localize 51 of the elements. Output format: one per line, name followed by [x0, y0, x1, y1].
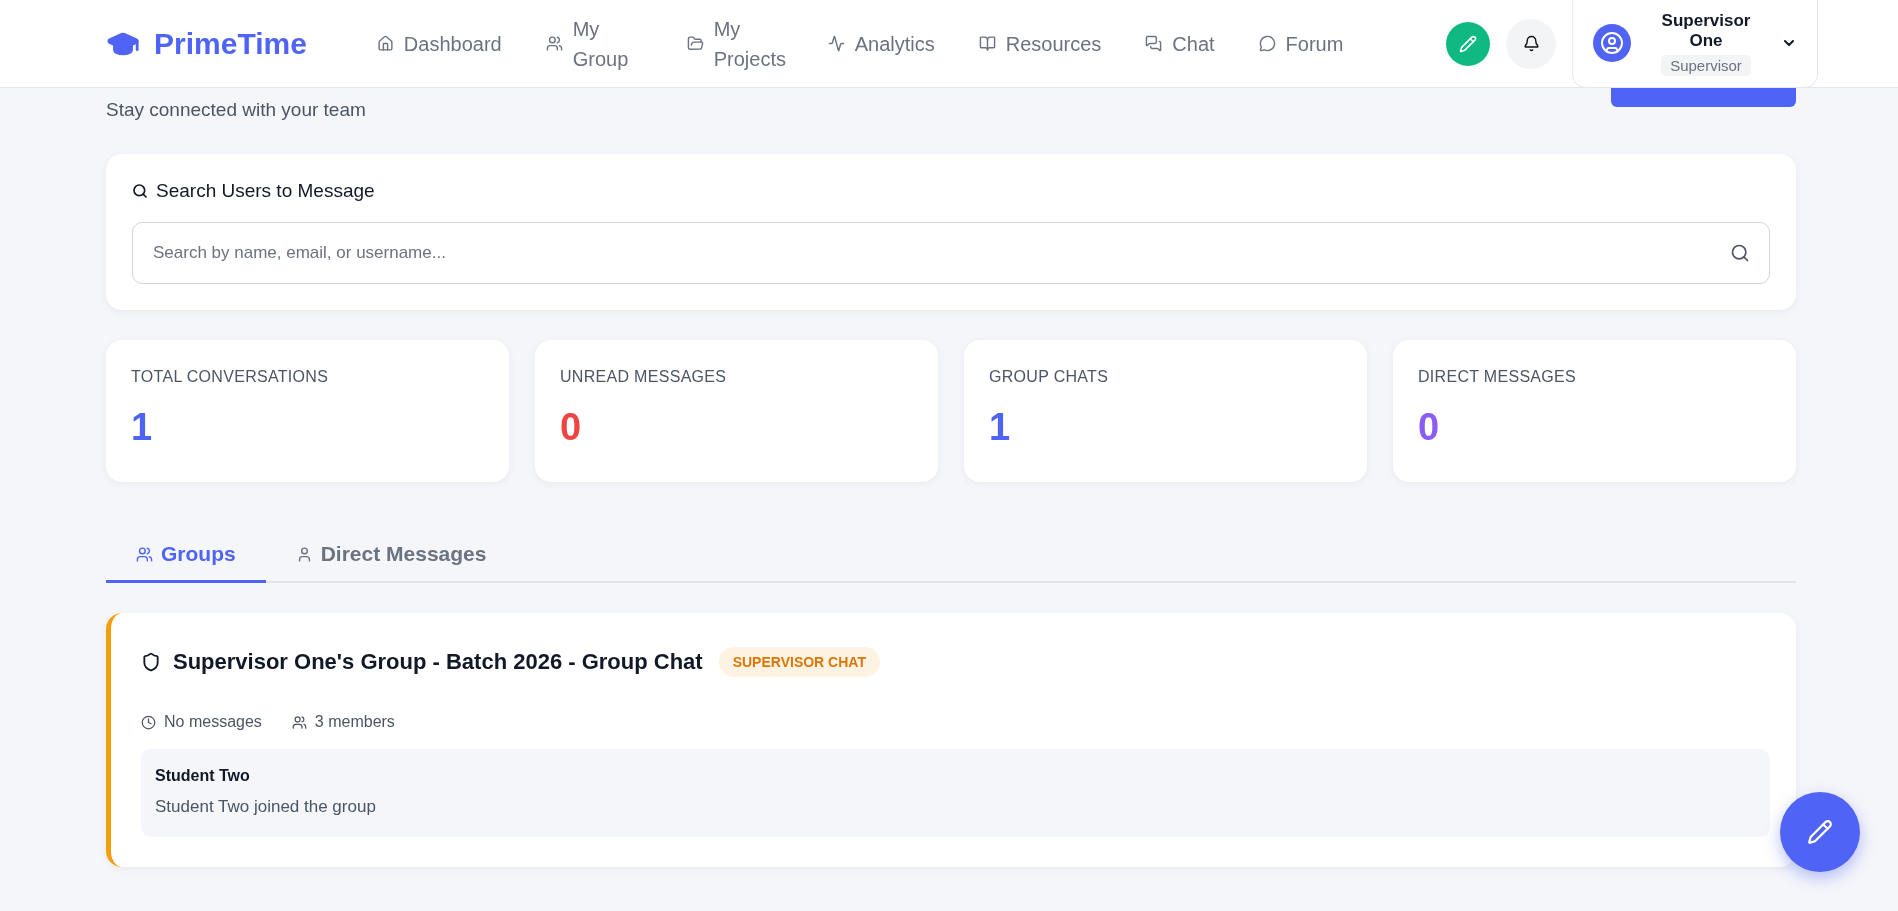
member-count: 3 members [314, 713, 395, 731]
folder-icon [686, 35, 704, 52]
nav-link[interactable]: Chat [1145, 28, 1215, 59]
user-name: Supervisor One [1660, 10, 1752, 51]
shield-icon [141, 652, 161, 672]
clock-icon [141, 714, 156, 730]
edit-button[interactable] [1446, 21, 1490, 66]
search-icon [132, 183, 148, 199]
card-title: Search Users to Message [156, 180, 375, 202]
page-subtitle: Stay connected with your team [106, 99, 366, 121]
nav-link[interactable]: My Group [545, 13, 643, 74]
stat-label: DIRECT MESSAGES [1418, 368, 1577, 386]
nav-link[interactable]: Dashboard [376, 28, 502, 59]
nav-link[interactable]: Analytics [827, 28, 935, 59]
nav-link[interactable]: Forum [1258, 28, 1344, 59]
pencil-icon [1459, 34, 1477, 53]
stat-value: 1 [131, 406, 154, 449]
pencil-icon [1807, 819, 1833, 845]
last-activity: No messages [164, 713, 262, 731]
chat-type-badge: SUPERVISOR CHAT [718, 647, 880, 677]
profile-menu[interactable]: Supervisor One Supervisor [1572, 0, 1818, 88]
sender-name: Student Two [155, 767, 251, 785]
speech-bubble-icon [1258, 35, 1276, 52]
stat-value: 0 [1418, 406, 1441, 449]
brand-name: PrimeTime [154, 26, 307, 61]
chat-icon [1145, 35, 1163, 52]
stat-label: GROUP CHATS [989, 368, 1110, 386]
stat-label: TOTAL CONVERSATIONS [131, 368, 330, 386]
home-icon [376, 35, 394, 52]
search-field[interactable]: Search by name, email, or username... [132, 222, 1770, 284]
search-icon [1730, 243, 1750, 263]
pulse-icon [827, 35, 845, 52]
conversation-title: Supervisor One's Group - Batch 2026 - Group Chat [173, 649, 703, 675]
stat-value: 0 [560, 406, 583, 449]
stat-label: UNREAD MESSAGES [560, 368, 728, 386]
conversation-card[interactable]: Supervisor One's Group - Batch 2026 - Group Chat SUPERVISOR CHAT No messages 3 members Student Two Student Two joined the group [106, 613, 1796, 867]
notifications-button[interactable] [1506, 18, 1556, 69]
avatar [1593, 24, 1631, 62]
message-text: Student Two joined the group [155, 797, 377, 817]
bell-icon [1522, 35, 1540, 52]
tab[interactable]: Direct Messages [265, 530, 517, 583]
users-icon [136, 545, 153, 563]
nav-link[interactable]: Resources [978, 28, 1102, 59]
users-icon [545, 35, 563, 52]
compose-button[interactable] [1780, 792, 1860, 872]
nav-link[interactable]: My Projects [686, 13, 784, 74]
role-tag: Supervisor [1661, 54, 1751, 76]
stat-value: 1 [989, 406, 1012, 449]
tab[interactable]: Groups [106, 530, 266, 583]
book-icon [978, 35, 996, 52]
users-icon [291, 714, 307, 730]
